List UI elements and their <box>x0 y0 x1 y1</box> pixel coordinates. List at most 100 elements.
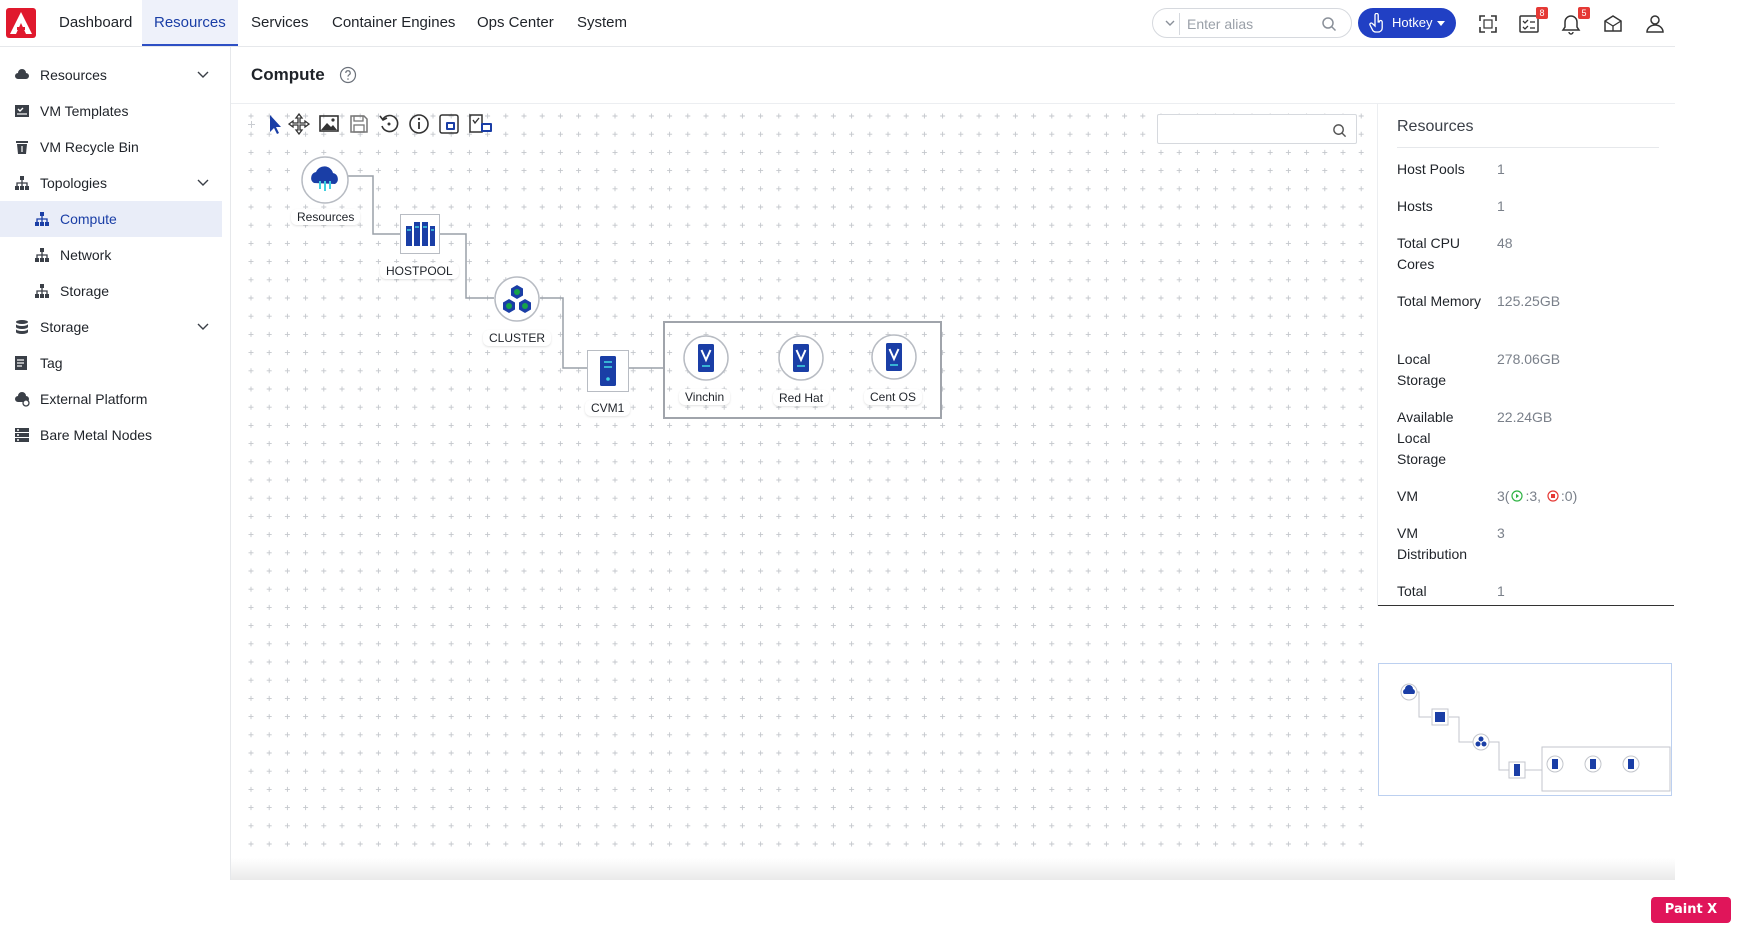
fullscreen-icon[interactable] <box>1477 13 1499 35</box>
nav-dashboard[interactable]: Dashboard <box>47 0 144 46</box>
stat-label: Total <box>1397 583 1427 599</box>
cluster-icon <box>494 276 540 322</box>
topology-node-cvm1[interactable] <box>587 350 629 392</box>
chevron-down-icon <box>197 323 209 330</box>
reset-icon[interactable] <box>378 113 400 135</box>
stat-label: Total Memory <box>1397 293 1482 309</box>
sidebar-item-vm-templates[interactable]: VM Templates <box>0 93 222 129</box>
sidebar-item-storage[interactable]: Storage <box>0 309 222 345</box>
alias-search-input[interactable] <box>1187 13 1317 35</box>
template-icon <box>15 105 29 117</box>
move-tool-icon[interactable] <box>288 113 310 135</box>
chevron-down-icon <box>197 71 209 78</box>
nav-ops-center[interactable]: Ops Center <box>465 0 566 46</box>
package-icon[interactable] <box>1602 13 1624 35</box>
nav-container-engines[interactable]: Container Engines <box>320 0 467 46</box>
cloud-icon <box>301 156 349 204</box>
sidebar-item-label: Bare Metal Nodes <box>40 427 153 443</box>
sidebar-item-label: Network <box>60 247 112 263</box>
running-icon <box>1511 490 1524 502</box>
tasks-badge: 8 <box>1536 7 1548 19</box>
scroll-shadow <box>231 858 1675 880</box>
nav-resources[interactable]: Resources <box>142 0 238 46</box>
sidebar-item-compute[interactable]: Compute <box>0 201 222 237</box>
pointer-tool-icon[interactable] <box>264 113 286 135</box>
node-label-vinchin: Vinchin <box>679 389 731 405</box>
save-icon[interactable] <box>348 113 370 135</box>
stat-value: 1 <box>1497 161 1505 177</box>
info-icon[interactable] <box>408 113 430 135</box>
node-label-cent-os: Cent OS <box>864 389 923 405</box>
topology-icon <box>35 212 49 226</box>
sidebar-item-label: Storage <box>60 283 110 299</box>
topology-search-input[interactable] <box>1164 119 1324 141</box>
alerts-badge: 5 <box>1578 7 1590 19</box>
watermark: Paint X lite <box>1651 897 1731 943</box>
sidebar-item-label: VM Recycle Bin <box>40 139 139 155</box>
stat-label: Total CPU Cores <box>1397 235 1461 272</box>
alias-search <box>1152 8 1352 38</box>
help-icon[interactable] <box>339 66 357 84</box>
node-label-cvm1: CVM1 <box>585 400 631 416</box>
chevron-down-icon[interactable] <box>1163 16 1177 30</box>
top-navbar: Dashboard Resources Services Container E… <box>0 0 1675 47</box>
server-icon <box>15 428 29 442</box>
sidebar-item-label: Topologies <box>40 175 107 191</box>
stat-label: Host Pools <box>1397 161 1465 177</box>
caret-down-icon <box>1437 21 1445 26</box>
topology-search <box>1157 114 1357 144</box>
sidebar-item-topologies[interactable]: Topologies <box>0 165 222 201</box>
nav-services[interactable]: Services <box>239 0 321 46</box>
chevron-down-icon <box>197 179 209 186</box>
stat-label: Local Storage <box>1397 351 1447 388</box>
cloud-icon <box>15 69 29 79</box>
vm-total: 3( <box>1497 488 1510 504</box>
vm-running-count: :3, <box>1525 488 1542 504</box>
topology-node-vm-vinchin[interactable] <box>682 334 730 382</box>
topology-node-vm-redhat[interactable] <box>777 334 825 382</box>
search-icon[interactable] <box>1321 16 1337 32</box>
node-label-resources: Resources <box>291 209 361 225</box>
stat-value: 48 <box>1497 235 1513 251</box>
stat-value: 3 <box>1497 525 1505 541</box>
stat-value: 1 <box>1497 198 1505 214</box>
sidebar-item-external-platform[interactable]: External Platform <box>0 381 222 417</box>
sidebar-item-label: Resources <box>40 67 107 83</box>
topology-node-vm-centos[interactable] <box>870 333 918 381</box>
sidebar: Resources VM Templates VM Recycle Bin To… <box>0 47 231 880</box>
divider <box>1179 13 1180 35</box>
topology-node-resources[interactable] <box>300 155 350 205</box>
app-logo[interactable] <box>6 8 36 38</box>
resources-panel: Resources Host Pools 1 Hosts 1 Total CPU… <box>1377 104 1674 606</box>
app-window: Dashboard Resources Services Container E… <box>0 0 1675 880</box>
sidebar-item-resources[interactable]: Resources <box>0 57 222 93</box>
nav-system[interactable]: System <box>565 0 639 46</box>
user-icon[interactable] <box>1644 13 1666 35</box>
sidebar-item-tag[interactable]: Tag <box>0 345 222 381</box>
hotkey-button[interactable]: Hotkey <box>1358 8 1456 38</box>
stat-label: Available Local Storage <box>1397 409 1454 467</box>
search-icon[interactable] <box>1332 123 1347 138</box>
image-export-icon[interactable] <box>318 113 340 135</box>
hand-pointer-icon <box>1369 13 1383 33</box>
stat-value: 22.24GB <box>1497 409 1553 425</box>
vm-icon <box>683 335 729 381</box>
vm-filter-icon[interactable] <box>468 113 494 135</box>
stat-label: Hosts <box>1397 198 1433 214</box>
hotkey-label: Hotkey <box>1392 15 1433 30</box>
topology-node-cluster[interactable] <box>493 275 541 323</box>
server-icon <box>587 350 629 392</box>
sidebar-item-topology-storage[interactable]: Storage <box>0 273 222 309</box>
group-select-icon[interactable] <box>438 113 460 135</box>
topology-minimap[interactable] <box>1378 663 1672 796</box>
topology-node-hostpool[interactable] <box>400 214 440 254</box>
sidebar-item-network[interactable]: Network <box>0 237 222 273</box>
sidebar-item-label: Compute <box>60 211 117 227</box>
node-label-cluster: CLUSTER <box>483 330 552 346</box>
database-icon <box>16 320 28 334</box>
topology-icon <box>35 284 49 298</box>
sidebar-item-label: Tag <box>40 355 63 371</box>
stat-value: 3(:3, :0) <box>1497 486 1577 507</box>
sidebar-item-bare-metal-nodes[interactable]: Bare Metal Nodes <box>0 417 222 453</box>
sidebar-item-vm-recycle-bin[interactable]: VM Recycle Bin <box>0 129 222 165</box>
